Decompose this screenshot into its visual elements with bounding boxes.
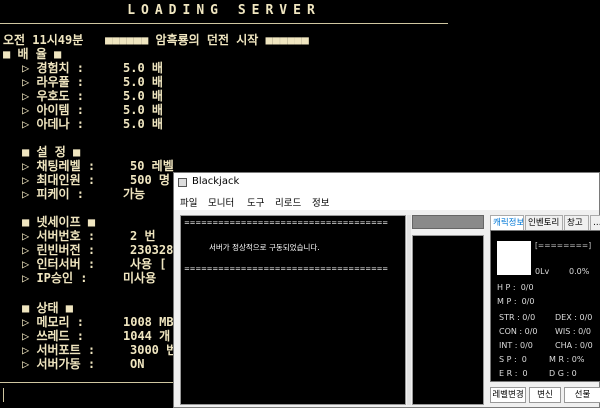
config-key: ▷ 피케이 : — [22, 187, 85, 201]
config-key: ▷ IP승인 : — [22, 271, 88, 285]
blackjack-window: Blackjack 파일 모니터 도구 리로드 정보 =============… — [173, 172, 600, 408]
config-value: 1008 MB — [123, 315, 174, 329]
title-divider — [0, 23, 448, 24]
server-log[interactable]: ==================================== 서버가… — [180, 215, 406, 405]
exp-percent: 0.0% — [569, 267, 590, 276]
mr-value: M R : 0% — [549, 355, 585, 364]
config-key: ▷ 서버가동 : — [22, 357, 96, 371]
tab-character-info[interactable]: 캐릭정보 — [490, 215, 524, 230]
config-key: ▷ 인터서버 : — [22, 257, 96, 271]
console-title: LOADING SERVER — [127, 3, 321, 18]
window-titlebar[interactable]: Blackjack — [174, 173, 599, 194]
input-divider — [0, 382, 176, 383]
player-list[interactable] — [412, 235, 484, 405]
config-value: 5.0 배 — [123, 103, 163, 117]
config-value: 사용 [ — [130, 257, 167, 271]
console-input-cursor[interactable] — [3, 388, 4, 402]
config-value: 미사용 — [123, 271, 157, 285]
config-key: ▷ 채팅레벨 : — [22, 159, 96, 173]
config-value: 500 명 — [130, 173, 170, 187]
dg-value: D G : 0 — [549, 369, 577, 378]
log-separator: ==================================== — [184, 219, 388, 227]
config-key: ▷ 서버포트 : — [22, 343, 96, 357]
change-level-button[interactable]: 레벨변경 — [490, 387, 526, 403]
config-key: ▷ 린빈버전 : — [22, 243, 96, 257]
menu-file[interactable]: 파일 — [180, 195, 197, 209]
cha-value: CHA : 0/0 — [555, 341, 593, 350]
tab-more[interactable]: … — [590, 215, 600, 230]
tab-warehouse[interactable]: 창고 — [564, 215, 589, 230]
config-value: 50 레벨 — [130, 159, 174, 173]
gift-button[interactable]: 선물 — [564, 387, 600, 403]
exp-bar: [========] — [535, 241, 592, 250]
config-value: 5.0 배 — [123, 89, 163, 103]
character-panel: [========] 0Lv 0.0% H P : 0/0 M P : 0/0 … — [490, 230, 600, 382]
player-search-box[interactable] — [412, 215, 484, 229]
character-portrait — [497, 241, 531, 275]
config-key: ▷ 메모리 : — [22, 315, 85, 329]
sp-value: S P : 0 — [499, 355, 527, 364]
app-icon — [178, 178, 187, 187]
section-heading: ■ 배 율 ■ — [3, 47, 62, 61]
menu-tools[interactable]: 도구 — [247, 195, 264, 209]
config-value: 1044 개 — [123, 329, 171, 343]
config-key: ▷ 아데나 : — [22, 117, 85, 131]
section-heading: ■ 설 정 ■ — [22, 145, 81, 159]
menu-info[interactable]: 정보 — [312, 195, 329, 209]
config-key: ▷ 최대인원 : — [22, 173, 96, 187]
er-value: E R : 0 — [499, 369, 528, 378]
level-value: 0Lv — [535, 267, 550, 276]
window-title: Blackjack — [192, 176, 240, 187]
mp-value: M P : 0/0 — [497, 297, 535, 306]
polymorph-button[interactable]: 변신 — [529, 387, 561, 403]
log-message: 서버가 정상적으로 구동되었습니다. — [209, 243, 320, 252]
tab-inventory[interactable]: 인벤토리 — [525, 215, 563, 230]
config-key: ▷ 서버번호 : — [22, 229, 96, 243]
menu-bar: 파일 모니터 도구 리로드 정보 — [174, 194, 599, 210]
int-value: INT : 0/0 — [499, 341, 533, 350]
config-key: ▷ 라우풀 : — [22, 75, 85, 89]
character-actions: 레벨변경 변신 선물 — [490, 387, 600, 405]
hp-value: H P : 0/0 — [497, 283, 534, 292]
log-scrollbar[interactable] — [407, 215, 411, 405]
config-value: ON — [130, 357, 145, 371]
config-value: 가능 — [123, 187, 146, 201]
config-value: 3000 번 — [130, 343, 178, 357]
config-key: ▷ 쓰레드 : — [22, 329, 85, 343]
config-value: 2 번 — [130, 229, 156, 243]
character-tabs: 캐릭정보 인벤토리 창고 … — [490, 215, 600, 230]
section-heading: ■ 넷세이프 ■ — [22, 215, 96, 229]
config-key: ▷ 우호도 : — [22, 89, 85, 103]
wis-value: WIS : 0/0 — [555, 327, 592, 336]
config-value: 5.0 배 — [123, 117, 163, 131]
config-key: ▷ 아이템 : — [22, 103, 85, 117]
menu-reload[interactable]: 리로드 — [275, 195, 301, 209]
section-heading: ■ 상태 ■ — [22, 301, 73, 315]
dex-value: DEX : 0/0 — [555, 313, 593, 322]
session-header: 오전 11시49분 ■■■■■■ 암흑룡의 던전 시작 ■■■■■■ — [3, 33, 309, 47]
config-value: 5.0 배 — [123, 75, 163, 89]
con-value: CON : 0/0 — [499, 327, 538, 336]
config-value: 5.0 배 — [123, 61, 163, 75]
config-key: ▷ 경험치 : — [22, 61, 85, 75]
str-value: STR : 0/0 — [499, 313, 536, 322]
log-separator: ==================================== — [184, 265, 388, 273]
menu-monitor[interactable]: 모니터 — [208, 195, 234, 209]
